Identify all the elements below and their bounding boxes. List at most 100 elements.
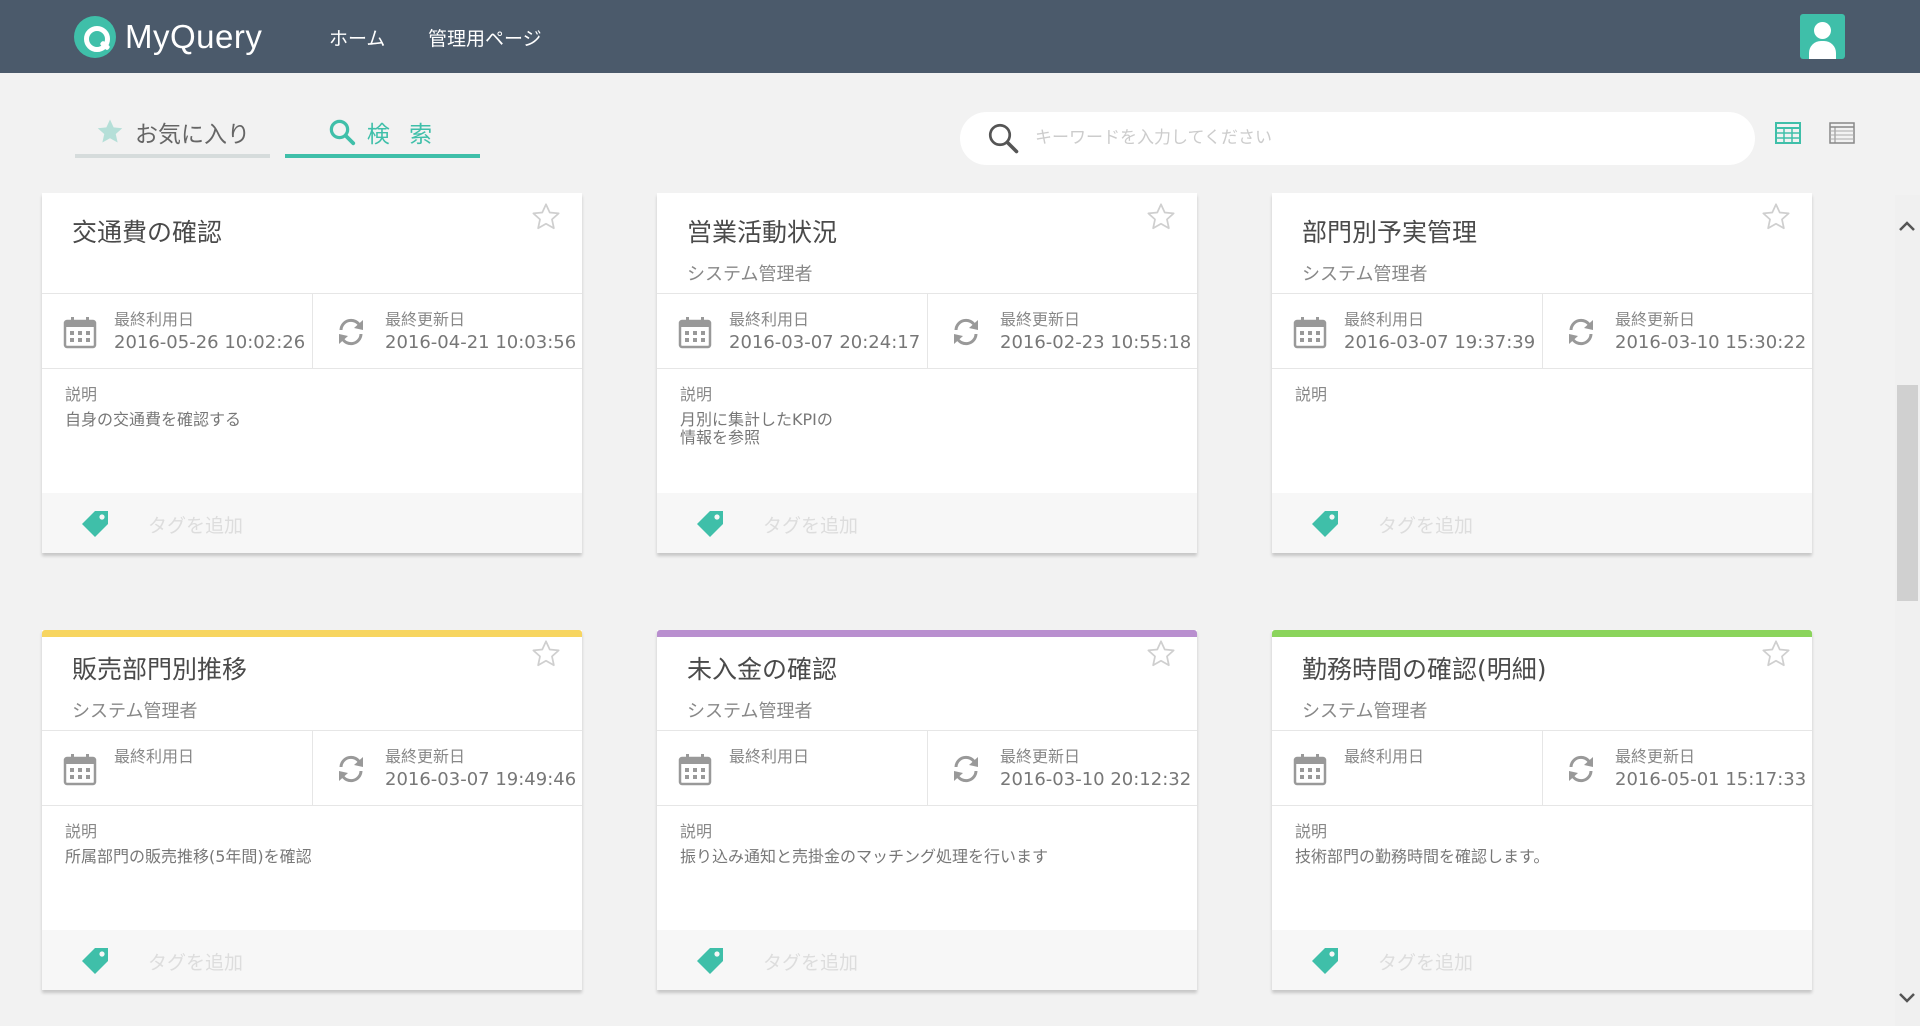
card-owner: システム管理者: [687, 264, 813, 285]
tag-icon[interactable]: [1308, 507, 1342, 545]
calendar-icon: [677, 751, 713, 791]
card-title[interactable]: 交通費の確認: [72, 213, 222, 249]
last-used-label: 最終利用日: [729, 747, 810, 766]
query-card[interactable]: 部門別予実管理 システム管理者 最終利用日 2016-03-07 19:37:3…: [1272, 193, 1812, 553]
tag-icon[interactable]: [78, 944, 112, 982]
list-view-icon: [1829, 122, 1855, 148]
scrollbar-thumb[interactable]: [1897, 385, 1918, 601]
tag-icon[interactable]: [1308, 944, 1342, 982]
card-accent-bar: [42, 630, 582, 637]
card-owner: システム管理者: [1302, 701, 1428, 722]
query-card[interactable]: 勤務時間の確認(明細) システム管理者 最終利用日 最終更新日 2016-05-…: [1272, 630, 1812, 990]
last-updated-value: 2016-02-23 10:55:18: [1000, 332, 1192, 353]
add-tag-input[interactable]: タグを追加: [763, 948, 858, 975]
last-used-value: 2016-03-07 20:24:17: [729, 332, 921, 353]
last-used-section: 最終利用日: [42, 731, 312, 805]
last-updated-section: 最終更新日 2016-03-10 20:12:32: [927, 731, 1197, 805]
app-logo[interactable]: MyQuery: [74, 16, 262, 58]
refresh-icon: [1563, 751, 1599, 791]
last-used-section: 最終利用日 2016-03-07 19:37:39: [1272, 294, 1542, 368]
search-icon: [985, 120, 1021, 160]
scroll-down-button[interactable]: [1896, 987, 1918, 1009]
refresh-icon: [333, 751, 369, 791]
favorite-star-icon[interactable]: [530, 638, 562, 674]
last-updated-value: 2016-04-21 10:03:56: [385, 332, 577, 353]
card-dates: 最終利用日 最終更新日 2016-05-01 15:17:33: [1272, 730, 1812, 806]
tab-search-label: 検 索: [366, 122, 439, 148]
tag-icon[interactable]: [693, 944, 727, 982]
tab-favorites-label: お気に入り: [135, 122, 250, 148]
tag-icon[interactable]: [78, 507, 112, 545]
tag-bar: タグを追加: [42, 493, 582, 553]
description-label: 説明: [680, 385, 713, 404]
refresh-icon: [948, 751, 984, 791]
description-text: 技術部門の勤務時間を確認します。: [1295, 847, 1550, 866]
query-card[interactable]: 販売部門別推移 システム管理者 最終利用日 最終更新日 2016-03-07 1…: [42, 630, 582, 990]
favorite-star-icon[interactable]: [1145, 638, 1177, 674]
last-updated-label: 最終更新日: [1000, 747, 1081, 766]
logo-icon: [74, 16, 116, 58]
top-navbar: MyQuery ホーム 管理用ページ: [0, 0, 1920, 73]
calendar-icon: [1292, 314, 1328, 354]
description-text: 自身の交通費を確認する: [65, 410, 242, 429]
last-updated-label: 最終更新日: [1000, 310, 1081, 329]
card-title[interactable]: 部門別予実管理: [1302, 213, 1477, 249]
add-tag-input[interactable]: タグを追加: [148, 511, 243, 538]
card-dates: 最終利用日 2016-03-07 19:37:39 最終更新日 2016-03-…: [1272, 293, 1812, 369]
list-view-button[interactable]: [1827, 120, 1857, 150]
card-accent-bar: [1272, 630, 1812, 637]
refresh-icon: [1563, 314, 1599, 354]
query-card[interactable]: 営業活動状況 システム管理者 最終利用日 2016-03-07 20:24:17…: [657, 193, 1197, 553]
calendar-icon: [677, 314, 713, 354]
nav-home-link[interactable]: ホーム: [329, 24, 385, 51]
nav-admin-link[interactable]: 管理用ページ: [428, 24, 542, 51]
last-updated-section: 最終更新日 2016-05-01 15:17:33: [1542, 731, 1812, 805]
scrollbar-track[interactable]: [1895, 195, 1920, 1026]
last-updated-section: 最終更新日 2016-03-10 15:30:22: [1542, 294, 1812, 368]
add-tag-input[interactable]: タグを追加: [1378, 511, 1473, 538]
search-input[interactable]: [1035, 122, 1735, 154]
tab-favorites[interactable]: お気に入り: [75, 110, 270, 158]
favorite-star-icon[interactable]: [530, 201, 562, 237]
refresh-icon: [333, 314, 369, 354]
user-avatar[interactable]: [1800, 14, 1845, 59]
last-updated-section: 最終更新日 2016-02-23 10:55:18: [927, 294, 1197, 368]
favorite-star-icon[interactable]: [1760, 638, 1792, 674]
last-used-section: 最終利用日: [657, 731, 927, 805]
last-updated-value: 2016-05-01 15:17:33: [1615, 769, 1807, 790]
description-label: 説明: [680, 822, 713, 841]
tab-search[interactable]: 検 索: [285, 110, 480, 158]
card-title[interactable]: 未入金の確認: [687, 650, 837, 686]
add-tag-input[interactable]: タグを追加: [148, 948, 243, 975]
last-used-section: 最終利用日 2016-05-26 10:02:26: [42, 294, 312, 368]
tag-icon[interactable]: [693, 507, 727, 545]
last-updated-value: 2016-03-07 19:49:46: [385, 769, 577, 790]
last-used-label: 最終利用日: [114, 747, 195, 766]
last-updated-label: 最終更新日: [1615, 747, 1696, 766]
card-title[interactable]: 販売部門別推移: [72, 650, 247, 686]
last-used-section: 最終利用日 2016-03-07 20:24:17: [657, 294, 927, 368]
favorite-star-icon[interactable]: [1760, 201, 1792, 237]
description-label: 説明: [65, 822, 98, 841]
description-label: 説明: [1295, 385, 1328, 404]
chevron-up-icon: [1898, 217, 1916, 236]
favorite-star-icon[interactable]: [1145, 201, 1177, 237]
card-title[interactable]: 勤務時間の確認(明細): [1302, 650, 1547, 686]
last-updated-section: 最終更新日 2016-04-21 10:03:56: [312, 294, 582, 368]
description-label: 説明: [65, 385, 98, 404]
calendar-icon: [1292, 751, 1328, 791]
tag-bar: タグを追加: [1272, 493, 1812, 553]
card-title[interactable]: 営業活動状況: [687, 213, 837, 249]
last-updated-section: 最終更新日 2016-03-07 19:49:46: [312, 731, 582, 805]
scroll-up-button[interactable]: [1896, 215, 1918, 237]
add-tag-input[interactable]: タグを追加: [1378, 948, 1473, 975]
query-card[interactable]: 交通費の確認 最終利用日 2016-05-26 10:02:26 最終更新日 2…: [42, 193, 582, 553]
last-used-value: 2016-03-07 19:37:39: [1344, 332, 1536, 353]
logo-text: MyQuery: [125, 18, 263, 55]
query-card[interactable]: 未入金の確認 システム管理者 最終利用日 最終更新日 2016-03-10 20…: [657, 630, 1197, 990]
grid-view-button[interactable]: [1773, 120, 1803, 150]
last-updated-value: 2016-03-10 15:30:22: [1615, 332, 1807, 353]
last-updated-label: 最終更新日: [385, 310, 466, 329]
description-text: 振り込み通知と売掛金のマッチング処理を行います: [680, 847, 1049, 866]
add-tag-input[interactable]: タグを追加: [763, 511, 858, 538]
